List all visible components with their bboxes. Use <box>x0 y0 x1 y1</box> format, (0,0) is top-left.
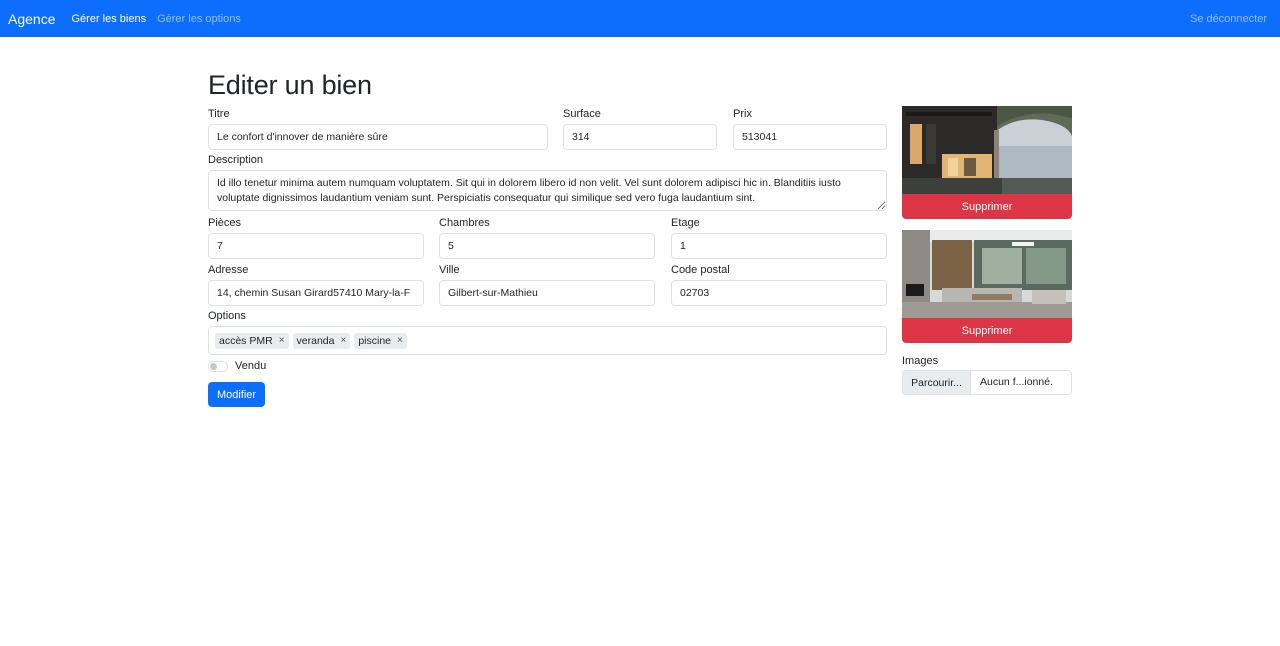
property-photo <box>902 230 1072 318</box>
page-title: Editer un bien <box>208 70 372 100</box>
description-label: Description <box>208 154 264 166</box>
photo-card: Supprimer <box>902 106 1072 219</box>
prix-input[interactable]: 513041 <box>733 124 887 150</box>
code-postal-input[interactable]: 02703 <box>671 280 887 306</box>
pieces-label: Pièces <box>208 217 242 229</box>
brand-logo[interactable]: Agence <box>8 11 55 27</box>
vendu-switch-row: Vendu <box>208 360 266 372</box>
nav-link-biens[interactable]: Gérer les biens <box>71 13 146 25</box>
options-select[interactable]: accès PMR × veranda × piscine × <box>208 326 887 355</box>
etage-group: Etage 1 <box>671 217 887 259</box>
vendu-label: Vendu <box>235 360 267 372</box>
option-tag-label: piscine <box>358 334 392 347</box>
titre-label: Titre <box>208 108 230 120</box>
option-tag: veranda × <box>292 332 351 349</box>
nav-link-options[interactable]: Gérer les options <box>157 13 241 25</box>
supprimer-button[interactable]: Supprimer <box>902 194 1072 219</box>
code-postal-group: Code postal 02703 <box>671 264 887 306</box>
adresse-group: Adresse 14, chemin Susan Girard57410 Mar… <box>208 264 424 306</box>
vendu-switch[interactable] <box>208 360 228 372</box>
options-group: Options accès PMR × veranda × piscine × <box>208 310 887 355</box>
remove-tag-icon[interactable]: × <box>340 335 346 346</box>
pieces-input[interactable]: 7 <box>208 233 424 259</box>
prix-group: Prix 513041 <box>733 108 887 150</box>
chambres-input[interactable]: 5 <box>439 233 655 259</box>
description-textarea[interactable]: Id illo tenetur minima autem numquam vol… <box>208 170 887 211</box>
option-tag: piscine × <box>354 332 407 349</box>
option-tag: accès PMR × <box>215 332 289 349</box>
ville-group: Ville Gilbert-sur-Mathieu <box>439 264 655 306</box>
ville-label: Ville <box>439 264 460 276</box>
supprimer-button[interactable]: Supprimer <box>902 318 1072 343</box>
etage-label: Etage <box>671 217 700 229</box>
surface-label: Surface <box>563 108 601 120</box>
property-photo <box>902 106 1072 194</box>
option-tag-label: veranda <box>296 334 335 347</box>
etage-input[interactable]: 1 <box>671 233 887 259</box>
modifier-button[interactable]: Modifier <box>208 382 265 407</box>
logout-link[interactable]: Se déconnecter <box>1190 13 1267 25</box>
surface-group: Surface 314 <box>563 108 717 150</box>
chambres-label: Chambres <box>439 217 490 229</box>
switch-knob <box>210 362 217 370</box>
images-label: Images <box>902 355 939 367</box>
browse-button[interactable]: Parcourir... <box>903 371 971 394</box>
navbar: Agence Gérer les biens Gérer les options… <box>0 0 1280 37</box>
house-exterior-photo <box>902 106 1072 194</box>
file-status-text: Aucun f...ionné. <box>980 376 1053 388</box>
code-postal-label: Code postal <box>671 264 730 276</box>
surface-input[interactable]: 314 <box>563 124 717 150</box>
images-group: Images <box>902 355 1072 371</box>
options-label: Options <box>208 310 246 322</box>
option-tag-label: accès PMR <box>219 334 273 347</box>
prix-label: Prix <box>733 108 752 120</box>
remove-tag-icon[interactable]: × <box>279 335 285 346</box>
chambres-group: Chambres 5 <box>439 217 655 259</box>
photo-card: Supprimer <box>902 230 1072 343</box>
titre-group: Titre Le confort d'innover de manière sû… <box>208 108 548 150</box>
description-group: Description Id illo tenetur minima autem… <box>208 154 887 214</box>
adresse-input[interactable]: 14, chemin Susan Girard57410 Mary-la-F <box>208 280 424 306</box>
remove-tag-icon[interactable]: × <box>397 335 403 346</box>
titre-input[interactable]: Le confort d'innover de manière sûre <box>208 124 548 150</box>
ville-input[interactable]: Gilbert-sur-Mathieu <box>439 280 655 306</box>
pieces-group: Pièces 7 <box>208 217 424 259</box>
file-input[interactable]: Parcourir... Aucun f...ionné. <box>902 370 1072 395</box>
adresse-label: Adresse <box>208 264 249 276</box>
living-room-photo <box>902 230 1072 318</box>
